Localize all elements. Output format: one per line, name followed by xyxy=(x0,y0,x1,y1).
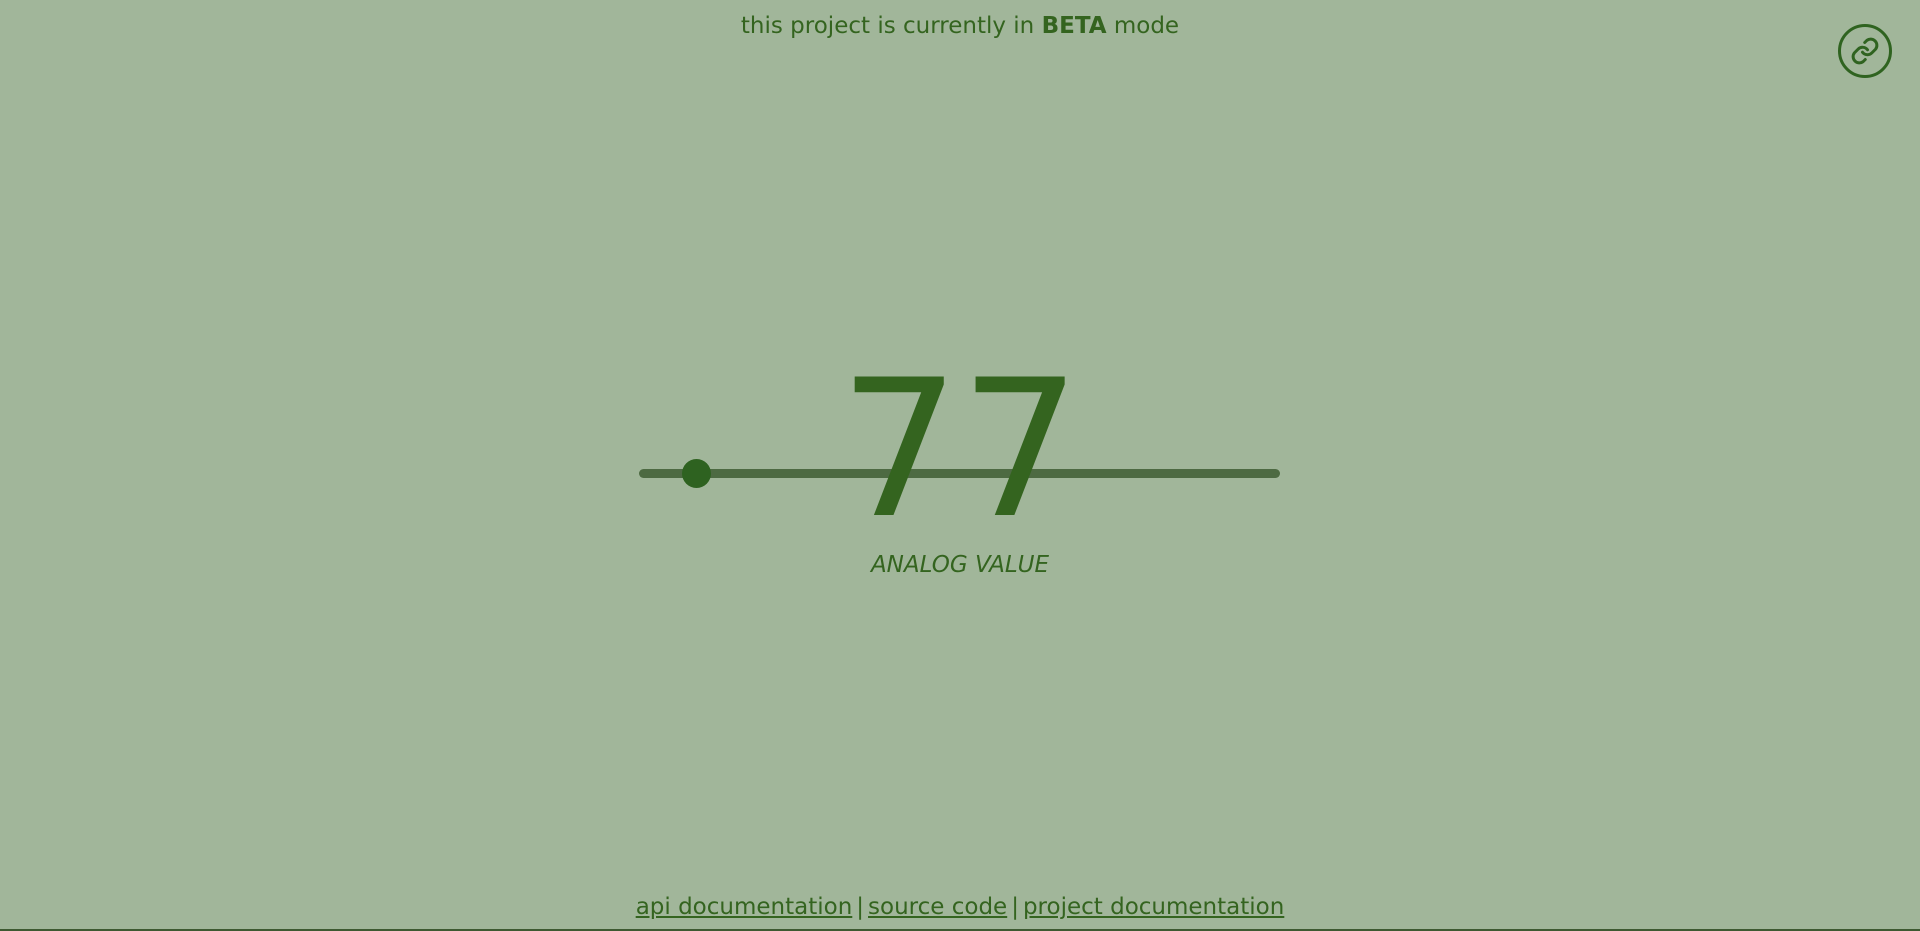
analog-value-slider[interactable] xyxy=(639,459,1280,488)
link-button[interactable] xyxy=(1838,24,1892,78)
beta-banner: this project is currently in BETA mode xyxy=(0,10,1920,42)
footer-links: api documentation | source code | project do… xyxy=(0,891,1920,923)
page: this project is currently in BETA mode 7… xyxy=(0,0,1920,931)
slider-track[interactable] xyxy=(639,469,1280,478)
slider-thumb[interactable] xyxy=(681,459,711,488)
beta-banner-suffix: mode xyxy=(1106,13,1180,39)
footer-separator: | xyxy=(856,894,865,920)
beta-banner-prefix: this project is currently in xyxy=(740,13,1042,39)
analog-value-label: ANALOG VALUE xyxy=(870,552,1050,578)
project-documentation-link[interactable]: project documentation xyxy=(1023,894,1284,920)
analog-value-display: 77 xyxy=(839,339,1081,560)
source-code-link[interactable]: source code xyxy=(868,894,1007,920)
link-icon xyxy=(1851,37,1879,65)
footer-separator: | xyxy=(1011,894,1019,920)
api-documentation-link[interactable]: api documentation xyxy=(636,894,853,920)
beta-banner-emphasis: BETA xyxy=(1041,13,1107,39)
